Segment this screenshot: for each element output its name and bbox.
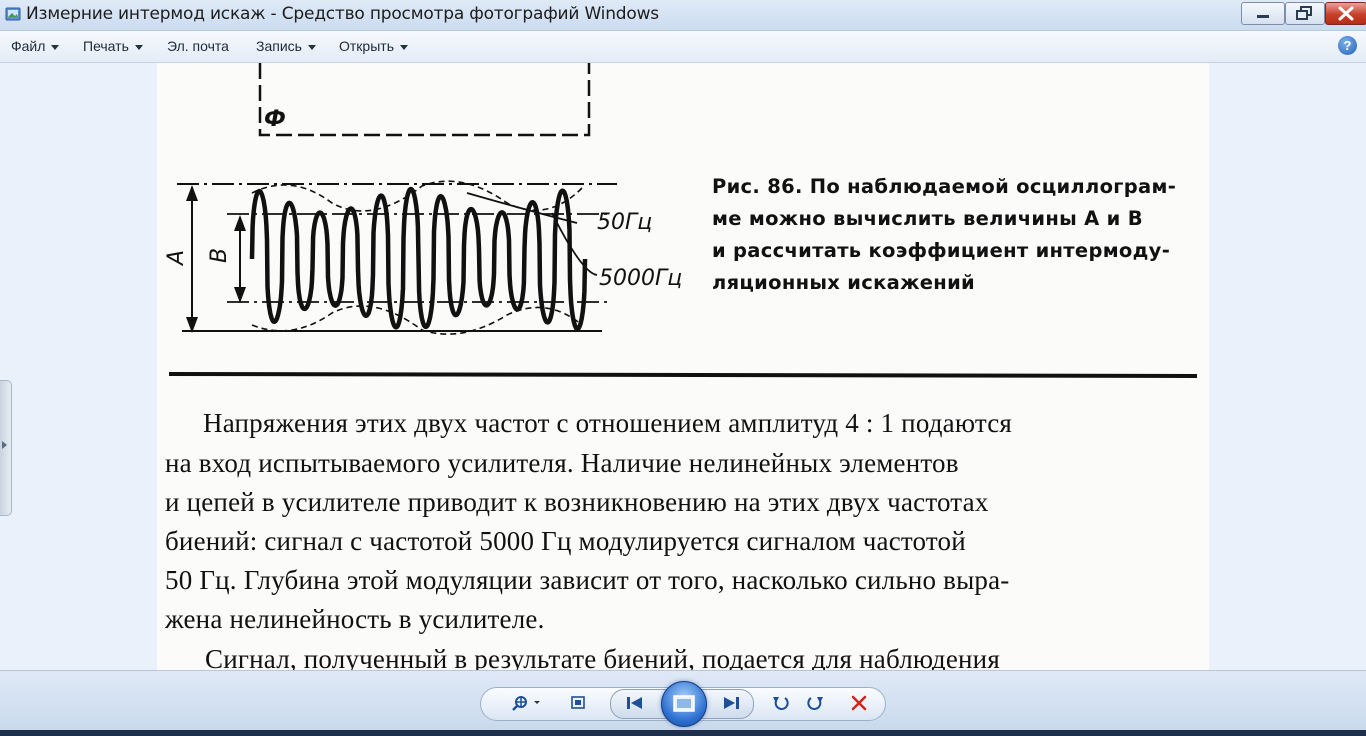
chevron-down-icon xyxy=(134,44,143,50)
taskbar xyxy=(0,730,1366,736)
paragraph-line: Сигнал, полученный в результате биений, … xyxy=(205,644,1000,670)
figure-label-phi: Ф xyxy=(264,107,286,132)
help-icon[interactable]: ? xyxy=(1338,36,1357,55)
slideshow-button[interactable] xyxy=(661,681,707,727)
figure-caption-line: ме можно вычислить величины A и B xyxy=(712,207,1143,230)
paragraph-line: Напряжения этих двух частот с отношением… xyxy=(203,408,1013,438)
menu-burn[interactable]: Запись xyxy=(256,38,316,54)
skip-back-icon xyxy=(627,697,642,709)
menu-open[interactable]: Открыть xyxy=(339,38,408,54)
paragraph-line: жена нелинейность в усилителе. xyxy=(165,604,545,634)
menu-bar: Файл Печать Эл. почта Запись Открыть xyxy=(0,31,1366,63)
actual-size-button[interactable] xyxy=(565,687,593,719)
rotate-left-icon xyxy=(773,697,789,710)
figure-label-50hz: 50Гц xyxy=(597,210,653,235)
magnifier-icon xyxy=(512,696,540,711)
menu-file[interactable]: Файл xyxy=(11,38,60,54)
fit-icon xyxy=(571,696,585,709)
photo-viewer-icon xyxy=(5,7,21,21)
close-button[interactable] xyxy=(1325,2,1366,25)
close-icon xyxy=(1338,6,1354,21)
zoom-button[interactable] xyxy=(508,687,548,719)
paragraph-line: и цепей в усилителе приводит к возникнов… xyxy=(165,487,989,517)
rotate-ccw-button[interactable] xyxy=(768,687,794,719)
menu-print[interactable]: Печать xyxy=(83,38,143,54)
image-viewport[interactable]: Ф A B 50Гц 5000Гц Рис. 86. По наблюдаемо… xyxy=(0,63,1366,670)
chevron-right-icon xyxy=(2,441,7,449)
restore-button[interactable] xyxy=(1285,2,1325,25)
skip-forward-icon xyxy=(724,697,739,709)
restore-icon xyxy=(1296,6,1312,20)
minimize-icon xyxy=(1257,15,1269,18)
paragraph-line: 50 Гц. Глубина этой модуляции зависит от… xyxy=(165,565,1010,595)
figure-label-b: B xyxy=(207,247,233,264)
bottom-toolbar xyxy=(0,670,1366,731)
delete-icon xyxy=(851,695,867,711)
paragraph-line: биений: сигнал с частотой 5000 Гц модули… xyxy=(165,526,966,556)
rotate-right-icon xyxy=(807,697,823,710)
figure-label-a: A xyxy=(164,249,190,266)
menu-email[interactable]: Эл. почта xyxy=(167,38,229,54)
minimize-button[interactable] xyxy=(1241,2,1285,25)
next-button[interactable] xyxy=(716,687,746,719)
displayed-photo: Ф A B 50Гц 5000Гц Рис. 86. По наблюдаемо… xyxy=(157,63,1209,670)
previous-button[interactable] xyxy=(620,687,650,719)
chevron-down-icon xyxy=(51,44,60,50)
figure-caption-line: Рис. 86. По наблюдаемой осциллограм- xyxy=(712,175,1177,198)
paragraph-line: на вход испытываемого усилителя. Наличие… xyxy=(165,448,959,478)
slideshow-icon xyxy=(673,695,695,712)
rotate-cw-button[interactable] xyxy=(802,687,828,719)
title-bar: Измерние интермод искаж - Средство просм… xyxy=(0,0,1366,31)
chevron-down-icon xyxy=(399,44,408,50)
delete-button[interactable] xyxy=(846,687,872,719)
chevron-down-icon xyxy=(307,44,316,50)
figure-label-5000hz: 5000Гц xyxy=(599,266,683,291)
side-panel-handle[interactable] xyxy=(0,380,12,516)
figure-caption-line: и рассчитать коэффициент интермоду- xyxy=(712,239,1171,262)
window-title: Измерние интермод искаж - Средство просм… xyxy=(26,4,659,24)
figure-caption-line: ляционных искажений xyxy=(712,271,976,294)
